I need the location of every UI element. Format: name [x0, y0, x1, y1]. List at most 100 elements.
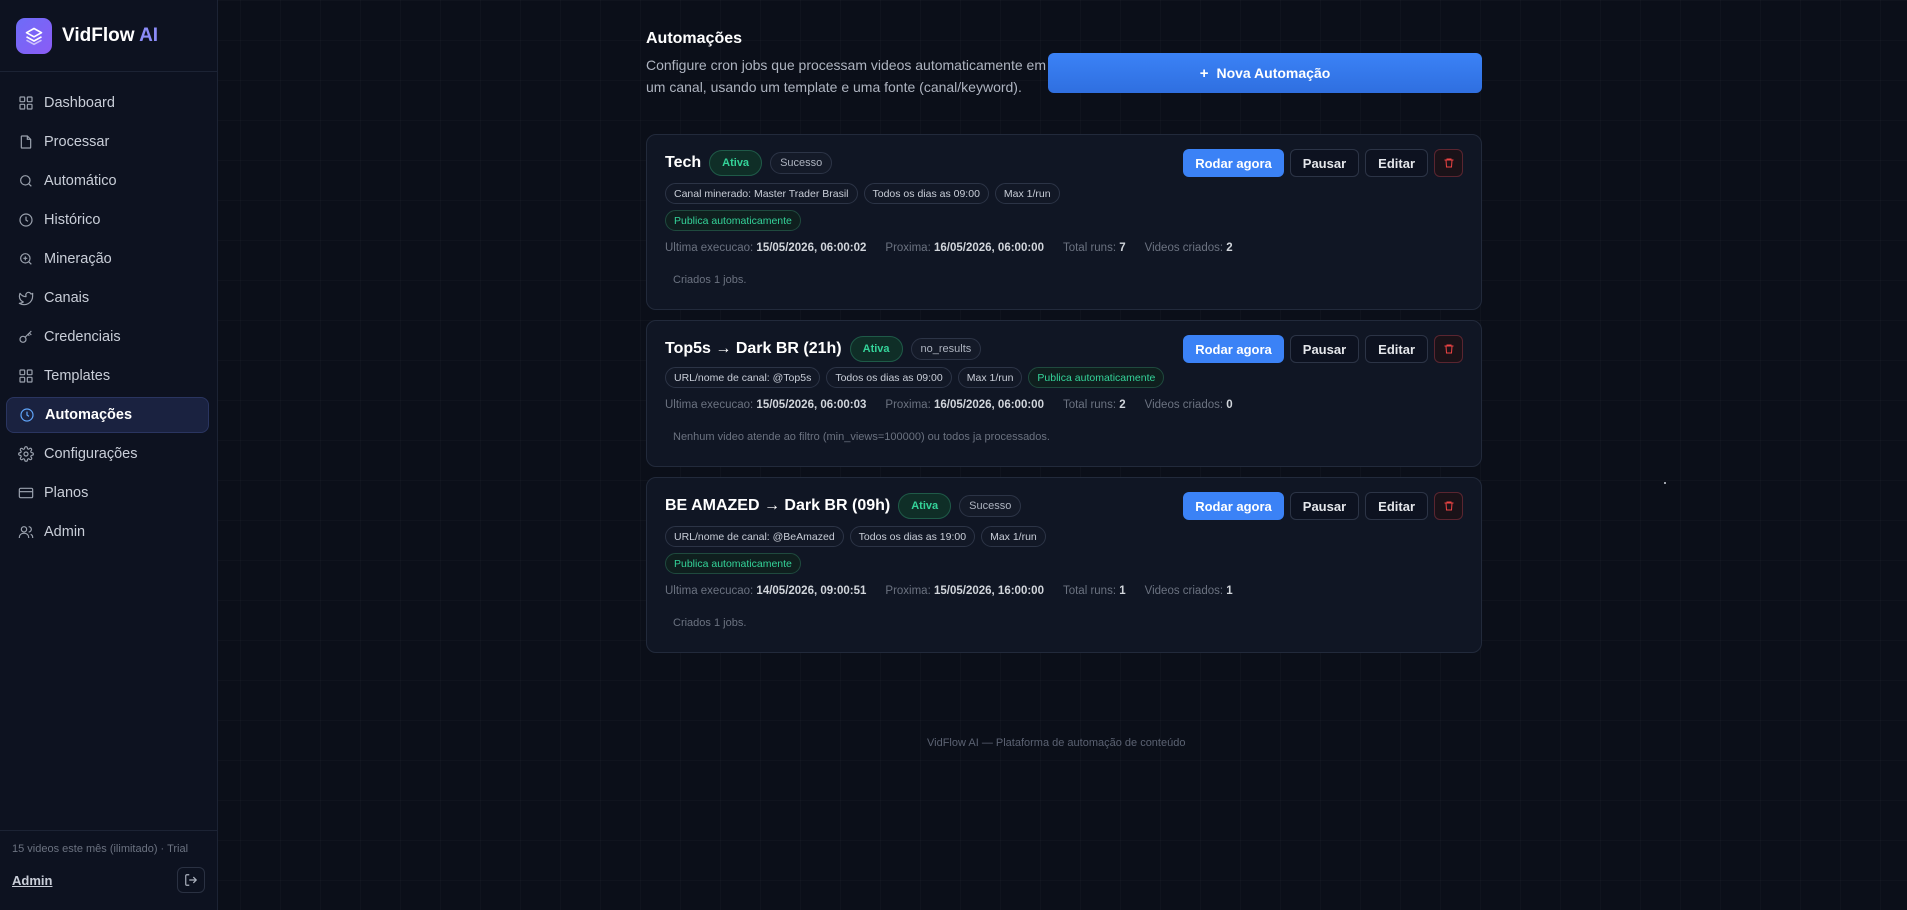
automation-name: Tech: [665, 154, 702, 171]
new-automation-button[interactable]: + Nova Automação: [1048, 53, 1482, 93]
layers-icon: [16, 17, 52, 54]
sidebar-item-automatico[interactable]: Automático: [6, 163, 209, 199]
sidebar-item-templates[interactable]: Templates: [6, 358, 209, 394]
publish-chip: Publica automaticamente: [665, 553, 801, 574]
sidebar-item-label: Planos: [44, 485, 89, 501]
card-actions: Rodar agora Pausar Editar: [1183, 492, 1463, 520]
card-actions: Rodar agora Pausar Editar: [1183, 149, 1463, 177]
edit-button[interactable]: Editar: [1365, 335, 1428, 363]
sidebar-item-label: Processar: [44, 134, 110, 150]
sidebar-nav: Dashboard Processar Automático Histórico…: [0, 72, 217, 550]
sidebar-item-label: Templates: [44, 368, 111, 384]
state-badge: Ativa: [849, 336, 903, 362]
logout-button[interactable]: [177, 867, 205, 893]
run-note: Nenhum video atende ao filtro (min_views…: [673, 431, 1050, 443]
stat-label: Videos criados:: [1144, 242, 1224, 254]
result-badge: Sucesso: [770, 152, 833, 174]
sidebar-item-credenciais[interactable]: Credenciais: [6, 319, 209, 355]
stats-row: Ultima execucao: 15/05/2026, 06:00:02 Pr…: [665, 242, 1252, 254]
sidebar-item-label: Automático: [44, 173, 117, 189]
page-description: Configure cron jobs que processam videos…: [646, 57, 1046, 95]
total-runs-stat: Total runs: 2: [1063, 399, 1126, 411]
grid-icon: [18, 95, 34, 111]
brand-name: VidFlow AI: [62, 25, 158, 47]
trash-icon: [1444, 501, 1453, 511]
stat-label: Ultima execucao:: [665, 242, 754, 254]
sidebar-item-label: Canais: [44, 290, 90, 306]
stat-value: 16/05/2026, 06:00:00: [933, 242, 1044, 254]
users-icon: [18, 524, 34, 540]
next-run-stat: Proxima: 16/05/2026, 06:00:00: [885, 242, 1044, 254]
sidebar-item-historico[interactable]: Histórico: [6, 202, 209, 238]
delete-button[interactable]: [1434, 335, 1463, 363]
sidebar-item-label: Histórico: [44, 212, 101, 228]
stat-label: Videos criados:: [1144, 585, 1224, 597]
delete-button[interactable]: [1434, 492, 1463, 520]
clock-icon: [18, 212, 34, 228]
last-run-stat: Ultima execucao: 14/05/2026, 09:00:51: [665, 585, 866, 597]
zoom-icon: [18, 251, 34, 267]
chip-list: URL/nome de canal: @Top5s Todos os dias …: [665, 367, 1185, 388]
plus-icon: +: [1199, 64, 1209, 82]
sidebar-footer: 15 videos este mês (ilimitado) · Trial A…: [0, 830, 217, 910]
brand[interactable]: VidFlow AI: [0, 0, 217, 72]
stat-value: 15/05/2026, 06:00:02: [756, 242, 867, 254]
brand-name-text: VidFlow: [62, 24, 135, 46]
sidebar-item-processar[interactable]: Processar: [6, 124, 209, 160]
page-footer: VidFlow AI — Plataforma de automação de …: [927, 737, 1186, 749]
sidebar-item-planos[interactable]: Planos: [6, 475, 209, 511]
run-now-button[interactable]: Rodar agora: [1183, 492, 1284, 520]
last-run-stat: Ultima execucao: 15/05/2026, 06:00:02: [665, 242, 866, 254]
run-note: Criados 1 jobs.: [673, 274, 747, 286]
run-now-button[interactable]: Rodar agora: [1183, 149, 1284, 177]
main-content: Automações Configure cron jobs que proce…: [646, 0, 1482, 653]
source-chip: URL/nome de canal: @BeAmazed: [665, 526, 844, 547]
pause-button[interactable]: Pausar: [1289, 149, 1360, 177]
videos-created-stat: Videos criados: 2: [1145, 242, 1233, 254]
automation-name: Top5s → Dark BR (21h): [665, 340, 842, 357]
limit-chip: Max 1/run: [957, 367, 1023, 388]
run-now-button[interactable]: Rodar agora: [1183, 335, 1284, 363]
stat-label: Total runs:: [1062, 585, 1117, 597]
sidebar-item-dashboard[interactable]: Dashboard: [6, 85, 209, 121]
stats-row: Ultima execucao: 14/05/2026, 09:00:51 Pr…: [665, 585, 1252, 597]
sidebar-item-label: Automações: [45, 407, 133, 423]
stat-label: Proxima:: [885, 585, 931, 597]
stat-label: Proxima:: [885, 399, 931, 411]
last-run-stat: Ultima execucao: 15/05/2026, 06:00:03: [665, 399, 866, 411]
schedule-chip: Todos os dias as 09:00: [826, 367, 952, 388]
sidebar-item-automacoes[interactable]: Automações: [6, 397, 209, 433]
sidebar-item-admin[interactable]: Admin: [6, 514, 209, 550]
sidebar-item-configuracoes[interactable]: Configurações: [6, 436, 209, 472]
file-icon: [18, 134, 34, 150]
user-link[interactable]: Admin: [12, 873, 52, 888]
page-header: Automações Configure cron jobs que proce…: [646, 0, 1482, 130]
card-icon: [18, 485, 34, 501]
page-title: Automações: [646, 30, 743, 47]
stat-value: 2: [1226, 242, 1233, 254]
search-icon: [18, 173, 34, 189]
pause-button[interactable]: Pausar: [1289, 335, 1360, 363]
stat-value: 2: [1119, 399, 1126, 411]
sidebar-item-mineracao[interactable]: Mineração: [6, 241, 209, 277]
edit-button[interactable]: Editar: [1365, 492, 1428, 520]
sidebar-item-label: Mineração: [44, 251, 112, 267]
stat-label: Ultima execucao:: [665, 399, 754, 411]
sidebar-item-canais[interactable]: Canais: [6, 280, 209, 316]
stat-value: 1: [1119, 585, 1126, 597]
trash-icon: [1444, 158, 1453, 168]
logout-icon: [185, 874, 198, 886]
automation-card: BE AMAZED → Dark BR (09h) Ativa Sucesso …: [646, 477, 1482, 653]
videos-created-stat: Videos criados: 1: [1145, 585, 1233, 597]
chip-list: Canal minerado: Master Trader Brasil Tod…: [665, 183, 1185, 231]
automation-card: Tech Ativa Sucesso Rodar agora Pausar Ed…: [646, 134, 1482, 310]
stat-value: 16/05/2026, 06:00:00: [933, 399, 1044, 411]
sidebar: VidFlow AI Dashboard Processar Automátic…: [0, 0, 218, 910]
brand-accent: AI: [139, 24, 159, 46]
edit-button[interactable]: Editar: [1365, 149, 1428, 177]
card-actions: Rodar agora Pausar Editar: [1183, 335, 1463, 363]
stat-value: 1: [1226, 585, 1233, 597]
pause-button[interactable]: Pausar: [1289, 492, 1360, 520]
stat-value: 0: [1226, 399, 1233, 411]
delete-button[interactable]: [1434, 149, 1463, 177]
